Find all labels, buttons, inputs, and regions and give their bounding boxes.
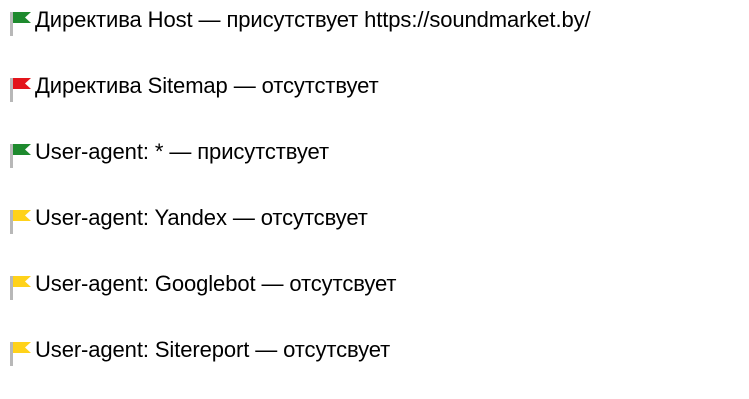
check-item-user-agent-googlebot: User-agent: Googlebot — отсутсвует: [9, 267, 749, 333]
check-item-user-agent-all: User-agent: * — присутствует: [9, 135, 749, 201]
flag-yellow-icon: [10, 210, 31, 234]
check-text-user-agent-yandex: User-agent: Yandex — отсутсвует: [35, 205, 368, 230]
check-text-user-agent-all: User-agent: * — присутствует: [35, 139, 329, 164]
check-item-user-agent-sitereport: User-agent: Sitereport — отсутсвует: [9, 333, 749, 399]
flag-green-icon: [10, 12, 31, 36]
robots-check-list: Директива Host — присутствует https://so…: [9, 3, 749, 399]
check-text-user-agent-sitereport: User-agent: Sitereport — отсутсвует: [35, 337, 391, 362]
check-text-sitemap: Директива Sitemap — отсутствует: [35, 73, 379, 98]
check-item-host: Директива Host — присутствует https://so…: [9, 3, 749, 69]
flag-red-icon: [10, 78, 31, 102]
flag-yellow-icon: [10, 342, 31, 366]
check-text-user-agent-googlebot: User-agent: Googlebot — отсутсвует: [35, 271, 397, 296]
flag-yellow-icon: [10, 276, 31, 300]
check-item-user-agent-yandex: User-agent: Yandex — отсутсвует: [9, 201, 749, 267]
check-text-host: Директива Host — присутствует https://so…: [35, 7, 591, 32]
check-item-sitemap: Директива Sitemap — отсутствует: [9, 69, 749, 135]
flag-green-icon: [10, 144, 31, 168]
